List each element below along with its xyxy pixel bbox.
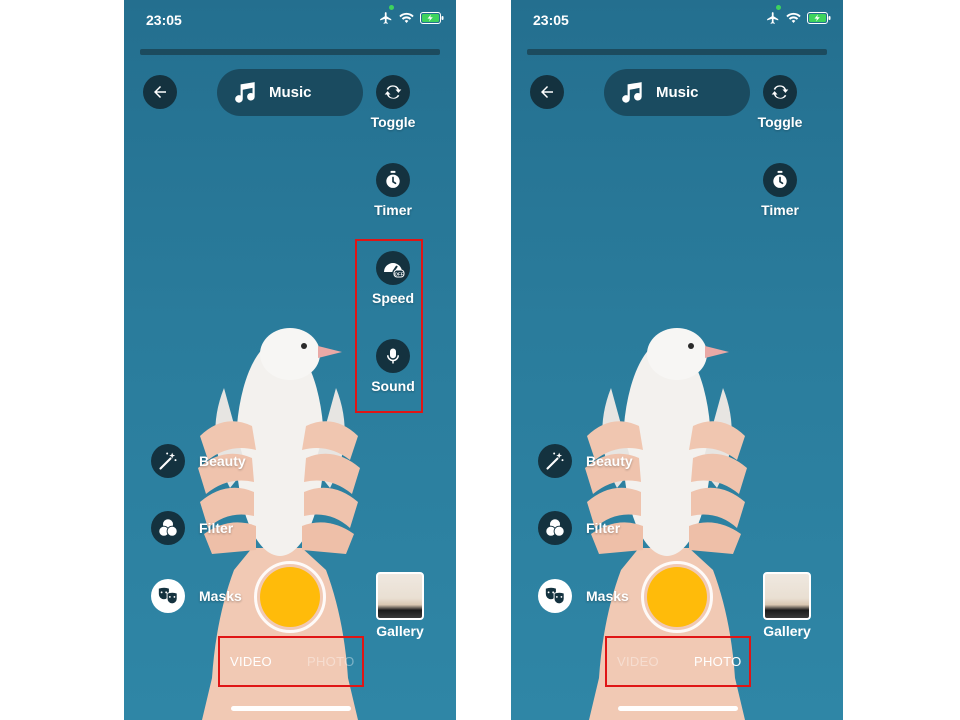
timer-icon	[386, 170, 400, 188]
timer-icon	[773, 170, 787, 188]
shutter-disc	[647, 567, 707, 627]
status-icons	[766, 11, 831, 25]
filter-button[interactable]: Filter	[151, 511, 233, 545]
recording-progress-bar	[527, 49, 827, 55]
theater-masks-icon	[545, 587, 565, 605]
camera-flip-icon	[384, 85, 402, 99]
home-indicator	[618, 706, 738, 711]
highlight-mode-switch-right	[605, 636, 751, 687]
music-button[interactable]: Music	[217, 69, 363, 116]
back-button[interactable]	[143, 75, 177, 109]
music-note-icon	[622, 81, 642, 103]
magic-wand-icon	[546, 452, 564, 470]
status-time: 23:05	[146, 12, 182, 28]
beauty-label: Beauty	[199, 453, 246, 469]
back-arrow-icon	[541, 86, 553, 98]
music-label: Music	[269, 84, 312, 101]
music-button[interactable]: Music	[604, 69, 750, 116]
shutter-disc	[260, 567, 320, 627]
camera-flip-icon	[771, 85, 789, 99]
timer-button[interactable]: Timer	[740, 163, 820, 218]
back-button[interactable]	[530, 75, 564, 109]
masks-label: Masks	[586, 588, 629, 604]
back-arrow-icon	[154, 86, 166, 98]
privacy-indicator-dot	[776, 5, 781, 10]
beauty-label: Beauty	[586, 453, 633, 469]
timer-label: Timer	[761, 202, 799, 218]
highlight-mode-switch-left	[218, 636, 364, 687]
highlight-speed-sound	[355, 239, 423, 413]
airplane-icon	[379, 11, 393, 25]
masks-label: Masks	[199, 588, 242, 604]
gallery-label: Gallery	[763, 623, 811, 639]
airplane-icon	[766, 11, 780, 25]
status-time: 23:05	[533, 12, 569, 28]
status-icons	[379, 11, 444, 25]
beauty-button[interactable]: Beauty	[538, 444, 633, 478]
battery-charging-icon	[807, 12, 831, 24]
record-button[interactable]	[254, 561, 326, 633]
wifi-icon	[399, 12, 414, 24]
music-note-icon	[235, 81, 255, 103]
filter-label: Filter	[199, 520, 234, 536]
gallery-thumbnail	[763, 572, 811, 620]
toggle-camera-button[interactable]: Toggle	[740, 75, 820, 130]
theater-masks-icon	[158, 587, 178, 605]
wifi-icon	[786, 12, 801, 24]
capture-button[interactable]	[641, 561, 713, 633]
gallery-button[interactable]: Gallery	[374, 572, 426, 639]
toggle-label: Toggle	[370, 114, 416, 130]
masks-button[interactable]: Masks	[151, 579, 242, 613]
privacy-indicator-dot	[389, 5, 394, 10]
gallery-button[interactable]: Gallery	[761, 572, 813, 639]
filter-label: Filter	[586, 520, 621, 536]
beauty-button[interactable]: Beauty	[151, 444, 246, 478]
timer-label: Timer	[374, 202, 412, 218]
masks-button[interactable]: Masks	[538, 579, 629, 613]
toggle-label: Toggle	[757, 114, 803, 130]
timer-button[interactable]: Timer	[353, 163, 433, 218]
gallery-thumbnail	[376, 572, 424, 620]
filter-button[interactable]: Filter	[538, 511, 620, 545]
home-indicator	[231, 706, 351, 711]
camera-screen-photo: 23:05 Music Toggle Timer Beauty Filter M…	[511, 0, 843, 720]
magic-wand-icon	[159, 452, 177, 470]
filter-circles-icon	[158, 519, 178, 537]
filter-circles-icon	[545, 519, 565, 537]
music-label: Music	[656, 84, 699, 101]
gallery-label: Gallery	[376, 623, 424, 639]
recording-progress-bar	[140, 49, 440, 55]
battery-charging-icon	[420, 12, 444, 24]
toggle-camera-button[interactable]: Toggle	[353, 75, 433, 130]
